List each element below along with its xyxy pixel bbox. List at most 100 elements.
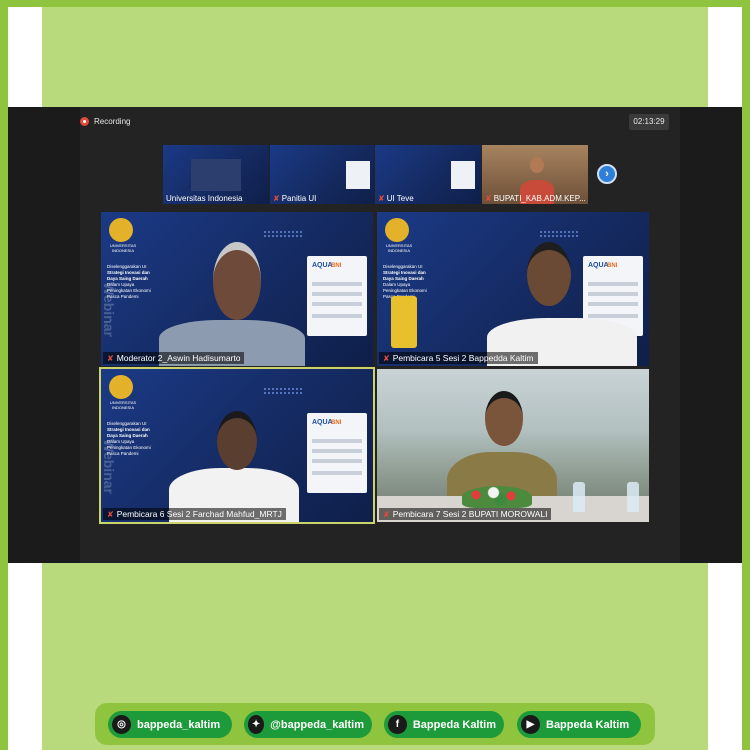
water-bottle [627,482,639,512]
participant-head [530,157,544,173]
flower-arrangement [462,486,532,508]
regional-emblem [391,296,417,348]
facebook-link[interactable]: f Bappeda Kaltim [384,711,504,738]
university-name: UNIVERSITAS INDONESIA [385,243,413,253]
sponsor-bni: BNI [331,263,342,269]
sponsor-row [312,471,362,475]
sponsor-bni: BNI [331,420,342,426]
participant-head [217,411,257,470]
mic-off-icon: ✘ [107,509,114,519]
sponsor-aqua: AQUA [588,262,609,269]
twitter-icon: ✦ [248,715,265,734]
mic-off-icon: ✘ [107,353,114,363]
sponsor-bni: BNI [607,263,618,269]
sponsor-row [312,439,362,443]
participant-name: Moderator 2_Aswin Hadisumarto [116,353,241,363]
twitter-link[interactable]: ✦ @bappeda_kaltim [244,711,372,738]
video-tile-bupati-morowali[interactable]: ✘ Pembicara 7 Sesi 2 BUPATI MOROWALI [377,369,649,522]
participant-head [527,242,571,306]
participant-name-label: ✘ Pembicara 5 Sesi 2 Bappedda Kaltim [379,352,538,364]
thumbnail-label: ✘ Panitia UI [270,194,319,204]
sponsor-row [312,302,362,306]
slide-title: Diselenggarakan UI Strategi Inovasi dan … [383,264,453,300]
university-logo [109,375,133,399]
frame-border-left [0,0,8,750]
thumbnail-label: Universitas Indonesia [163,194,245,204]
participant-name-label: ✘ Moderator 2_Aswin Hadisumarto [103,352,245,364]
facebook-icon: f [388,715,407,734]
thumbnail-ui-teve[interactable]: ✘ UI Teve [375,145,481,204]
webinar-watermark: Webinar [101,439,117,494]
sponsor-row [312,459,362,463]
sponsor-card-preview [346,161,370,189]
youtube-link[interactable]: ▶ Bappeda Kaltim [517,711,641,738]
participant-name-label: ✘ Pembicara 7 Sesi 2 BUPATI MOROWALI [379,508,552,520]
sponsor-row [312,314,362,318]
mic-off-icon: ✘ [273,194,280,203]
participant-head [213,242,261,320]
frame-border-right [742,0,750,750]
video-tile-moderator[interactable]: UNIVERSITAS INDONESIA Diselenggarakan UI… [101,212,373,366]
sponsor-row [312,449,362,453]
sponsor-row [312,292,362,296]
decorative-dots [539,230,579,238]
sponsor-row [312,282,362,286]
mic-off-icon: ✘ [378,194,385,203]
video-tile-bappedda[interactable]: UNIVERSITAS INDONESIA Diselenggarakan UI… [377,212,649,366]
sponsor-row [588,302,638,306]
decorative-dots [263,230,303,238]
next-page-button[interactable]: › [597,164,617,184]
participant-name: Pembicara 7 Sesi 2 BUPATI MOROWALI [392,509,548,519]
slide-title-line: Pasca Pandemi [107,294,139,299]
university-logo [109,218,133,242]
thumbnail-universitas-indonesia[interactable]: Universitas Indonesia [163,145,269,204]
thumbnail-panitia-ui[interactable]: ✘ Panitia UI [270,145,374,204]
thumbnail-name: Universitas Indonesia [166,194,243,203]
youtube-icon: ▶ [521,715,540,734]
sponsor-card: AQUA BNI [307,413,367,493]
slide-title-line: Pasca Pandemi [107,451,139,456]
sponsor-card-preview [451,161,475,189]
chevron-right-icon: › [605,168,609,180]
participant-head [485,391,523,446]
decorative-dots [263,387,303,395]
participant-name-label: ✘ Pembicara 6 Sesi 2 Farchad Mahfud_MRTJ [103,508,286,520]
thumbnail-name: Panitia UI [281,194,317,203]
twitter-handle: @bappeda_kaltim [270,718,364,731]
mic-off-icon: ✘ [383,353,390,363]
video-tile-mrtj[interactable]: UNIVERSITAS INDONESIA Diselenggarakan UI… [99,367,375,524]
thumbnail-label: ✘ UI Teve [375,194,417,204]
sponsor-card: AQUA BNI [307,256,367,336]
mic-off-icon: ✘ [485,194,492,203]
mic-off-icon: ✘ [383,509,390,519]
slide-title: Diselenggarakan UI Strategi Inovasi dan … [107,421,177,457]
university-name: UNIVERSITAS INDONESIA [109,400,137,410]
thumbnail-bupati[interactable]: ✘ BUPATI_KAB.ADM.KEP... [482,145,588,204]
sponsor-row [588,292,638,296]
instagram-icon: ◎ [112,715,131,734]
slide-title: Diselenggarakan UI Strategi Inovasi dan … [107,264,177,300]
instagram-link[interactable]: ◎ bappeda_kaltim [108,711,232,738]
facebook-page: Bappeda Kaltim [412,718,496,731]
sponsor-aqua: AQUA [312,419,333,426]
recording-indicator[interactable]: Recording [80,117,130,126]
sponsor-aqua: AQUA [312,262,333,269]
sponsor-row [588,282,638,286]
youtube-channel: Bappeda Kaltim [546,718,630,731]
participant-name: Pembicara 6 Sesi 2 Farchad Mahfud_MRTJ [116,509,282,519]
university-logo [385,218,409,242]
record-icon [80,117,89,126]
meeting-timer: 02:13:29 [629,114,669,130]
university-name: UNIVERSITAS INDONESIA [109,243,137,253]
frame-border-top [0,0,750,7]
thumbnail-name: UI Teve [386,194,414,203]
video-grid-preview [191,159,241,191]
participant-name: Pembicara 5 Sesi 2 Bappedda Kaltim [392,353,534,363]
sponsor-row [588,314,638,318]
thumbnail-label: ✘ BUPATI_KAB.ADM.KEP... [482,194,588,204]
instagram-handle: bappeda_kaltim [137,718,221,731]
webinar-watermark: Webinar [101,282,117,337]
thumbnail-name: BUPATI_KAB.ADM.KEP... [493,194,586,203]
water-bottle [573,482,585,512]
recording-label: Recording [94,117,131,126]
